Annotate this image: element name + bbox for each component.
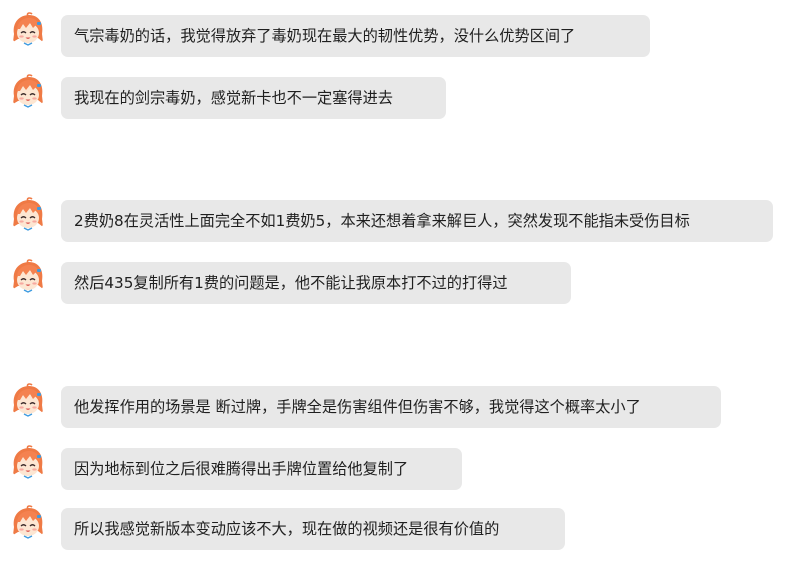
- chat-message: 所以我感觉新版本变动应该不大，现在做的视频还是很有价值的: [10, 505, 566, 551]
- anime-girl-avatar-icon[interactable]: [10, 505, 46, 541]
- anime-girl-avatar-icon[interactable]: [10, 445, 46, 481]
- anime-girl-avatar-icon[interactable]: [10, 197, 46, 233]
- message-bubble[interactable]: 所以我感觉新版本变动应该不大，现在做的视频还是很有价值的: [61, 508, 565, 550]
- chat-message: 气宗毒奶的话，我觉得放弃了毒奶现在最大的韧性优势，没什么优势区间了: [10, 12, 650, 58]
- message-bubble[interactable]: 气宗毒奶的话，我觉得放弃了毒奶现在最大的韧性优势，没什么优势区间了: [61, 15, 650, 57]
- message-bubble[interactable]: 我现在的剑宗毒奶，感觉新卡也不一定塞得进去: [61, 77, 446, 119]
- anime-girl-avatar-icon[interactable]: [10, 259, 46, 295]
- message-bubble[interactable]: 2费奶8在灵活性上面完全不如1费奶5，本来还想着拿来解巨人，突然发现不能指未受伤…: [61, 200, 773, 242]
- chat-message: 2费奶8在灵活性上面完全不如1费奶5，本来还想着拿来解巨人，突然发现不能指未受伤…: [10, 197, 777, 243]
- chat-message: 因为地标到位之后很难腾得出手牌位置给他复制了: [10, 445, 462, 491]
- message-bubble[interactable]: 然后435复制所有1费的问题是，他不能让我原本打不过的打得过: [61, 262, 571, 304]
- message-bubble[interactable]: 他发挥作用的场景是 断过牌，手牌全是伤害组件但伤害不够，我觉得这个概率太小了: [61, 386, 721, 428]
- anime-girl-avatar-icon[interactable]: [10, 383, 46, 419]
- chat-message: 然后435复制所有1费的问题是，他不能让我原本打不过的打得过: [10, 259, 572, 305]
- chat-message: 我现在的剑宗毒奶，感觉新卡也不一定塞得进去: [10, 74, 446, 120]
- message-bubble[interactable]: 因为地标到位之后很难腾得出手牌位置给他复制了: [61, 448, 462, 490]
- chat-message: 他发挥作用的场景是 断过牌，手牌全是伤害组件但伤害不够，我觉得这个概率太小了: [10, 383, 721, 429]
- anime-girl-avatar-icon[interactable]: [10, 12, 46, 48]
- anime-girl-avatar-icon[interactable]: [10, 74, 46, 110]
